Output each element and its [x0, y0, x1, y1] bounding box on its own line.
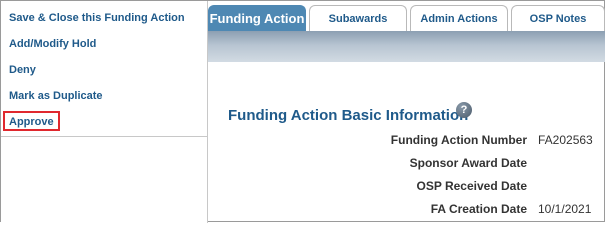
osp-received-date-label: OSP Received Date — [416, 179, 527, 193]
funding-action-number-value: FA202563 — [538, 133, 593, 147]
save-close-action-link[interactable]: Save & Close this Funding Action — [9, 11, 185, 25]
tab-osp-notes[interactable]: OSP Notes — [511, 5, 605, 33]
approve-link[interactable]: Approve — [9, 115, 54, 129]
tab-header-band — [208, 31, 605, 62]
section-title: Funding Action Basic Information — [228, 107, 469, 124]
fa-creation-date-label: FA Creation Date — [430, 202, 527, 216]
deny-link[interactable]: Deny — [9, 63, 36, 77]
window-frame: Save & Close this Funding Action Add/Mod… — [0, 0, 605, 223]
sponsor-award-date-label: Sponsor Award Date — [409, 156, 527, 170]
tab-subawards[interactable]: Subawards — [309, 5, 407, 33]
funding-action-number-label: Funding Action Number — [390, 133, 527, 147]
main-content: Funding Action Basic Information ? Fundi… — [208, 62, 605, 222]
mark-as-duplicate-link[interactable]: Mark as Duplicate — [9, 89, 103, 103]
help-icon[interactable]: ? — [456, 102, 472, 118]
add-modify-hold-link[interactable]: Add/Modify Hold — [9, 37, 96, 51]
tab-funding-action[interactable]: Funding Action — [208, 5, 306, 33]
menu-divider — [1, 136, 208, 137]
tab-admin-actions[interactable]: Admin Actions — [410, 5, 508, 33]
action-menu: Save & Close this Funding Action Add/Mod… — [1, 1, 208, 223]
fa-creation-date-value: 10/1/2021 — [538, 202, 592, 216]
